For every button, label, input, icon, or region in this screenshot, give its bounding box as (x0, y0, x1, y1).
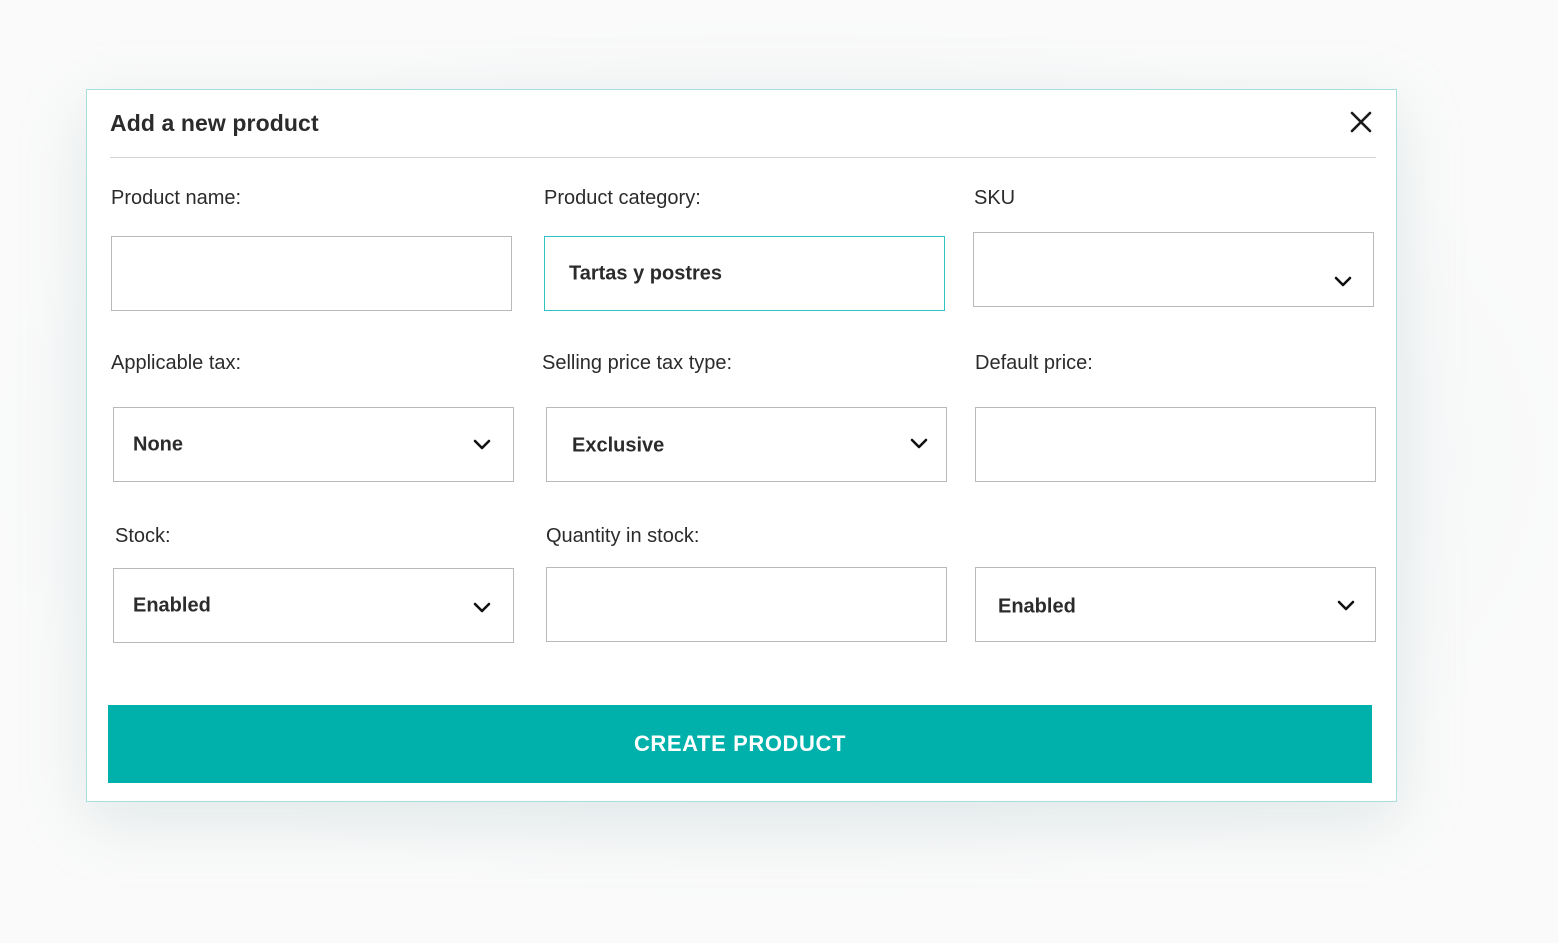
default-price-input[interactable] (975, 407, 1376, 482)
stock-status-value: Enabled (998, 595, 1076, 618)
selling-price-tax-type-value: Exclusive (572, 434, 665, 457)
product-name-label: Product name: (111, 187, 242, 209)
stock-value: Enabled (133, 594, 211, 616)
product-category-value: Tartas y postres (569, 262, 723, 284)
sku-label: SKU (974, 187, 1016, 209)
product-name-input[interactable] (111, 236, 512, 311)
chevron-down-icon (1337, 600, 1355, 611)
stock-status-select[interactable]: Enabled (975, 567, 1376, 642)
stock-label: Stock: (115, 525, 171, 547)
product-category-label: Product category: (544, 187, 701, 209)
product-category-input[interactable]: Tartas y postres (544, 236, 945, 311)
dialog-title: Add a new product (110, 110, 319, 136)
create-product-label: CREATE PRODUCT (633, 731, 847, 756)
create-product-button[interactable]: CREATE PRODUCT (108, 705, 1372, 783)
title-divider (110, 157, 1376, 158)
applicable-tax-value: None (133, 433, 183, 455)
applicable-tax-label: Applicable tax: (111, 352, 242, 374)
stock-select[interactable]: Enabled (113, 568, 514, 643)
close-button[interactable] (1345, 106, 1377, 138)
chevron-down-icon (910, 438, 928, 449)
add-product-dialog: Add a new product Product name: Product … (86, 89, 1397, 802)
sku-select[interactable] (973, 232, 1374, 307)
applicable-tax-select[interactable]: None (113, 407, 514, 482)
quantity-in-stock-input[interactable] (546, 567, 947, 642)
default-price-label: Default price: (975, 352, 1093, 374)
chevron-down-icon (473, 602, 491, 613)
chevron-down-icon (1334, 276, 1352, 287)
quantity-in-stock-label: Quantity in stock: (546, 525, 700, 547)
selling-price-tax-type-select[interactable]: Exclusive (546, 407, 947, 482)
chevron-down-icon (473, 439, 491, 450)
close-icon (1350, 111, 1372, 133)
selling-price-tax-type-label: Selling price tax type: (542, 352, 733, 374)
